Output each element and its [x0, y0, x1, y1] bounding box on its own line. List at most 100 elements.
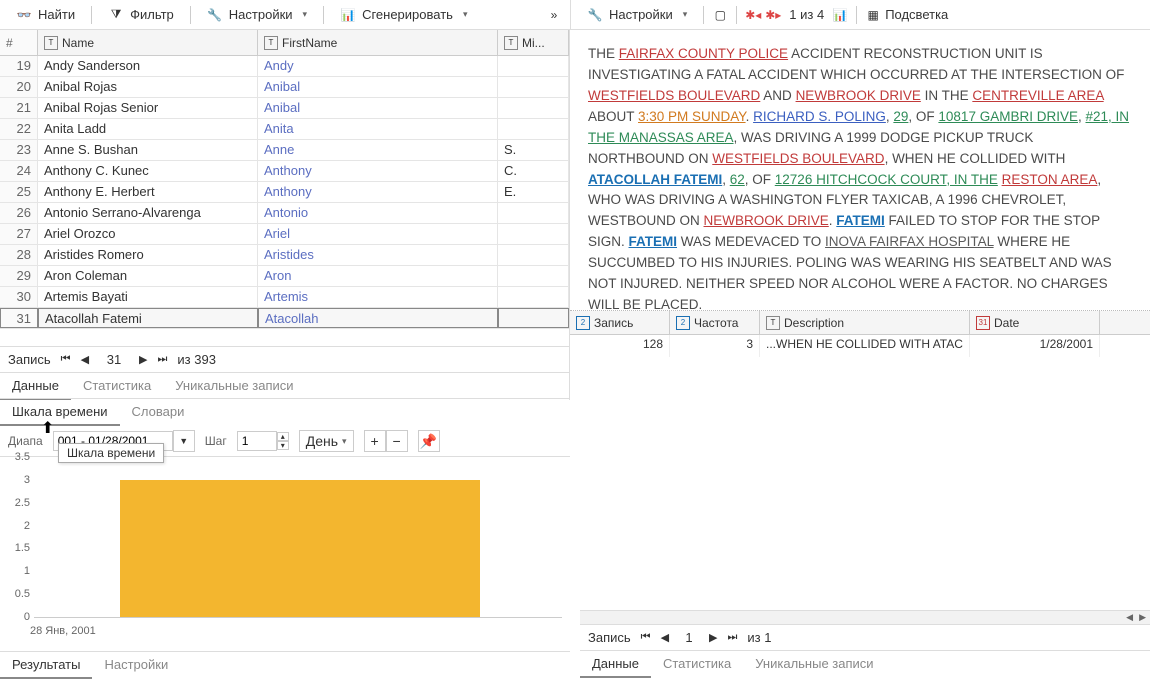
- filter-button[interactable]: ⧩ Фильтр: [100, 3, 182, 27]
- entity-person-match: FATEMI: [836, 213, 885, 228]
- entity-person-match: FATEMI: [629, 234, 678, 249]
- entity-location: NEWBROOK DRIVE: [704, 213, 829, 228]
- generate-dropdown[interactable]: 📊 Сгенерировать: [332, 3, 475, 27]
- step-up[interactable]: ▴: [277, 432, 289, 441]
- scroll-left[interactable]: ◀: [1126, 612, 1133, 623]
- unit-dropdown[interactable]: День: [299, 430, 354, 452]
- rpager-label: Запись: [588, 630, 631, 645]
- chart-xlabel: 28 Янв, 2001: [30, 625, 96, 637]
- table-row[interactable]: 30Artemis BayatiArtemis: [0, 287, 569, 308]
- zoom-out-button[interactable]: −: [386, 430, 408, 452]
- row-firstname: Anita: [258, 119, 498, 139]
- rtab-unique[interactable]: Уникальные записи: [743, 651, 885, 678]
- rtab-data[interactable]: Данные: [580, 651, 651, 678]
- table-row[interactable]: 21Anibal Rojas SeniorAnibal: [0, 98, 569, 119]
- step-input[interactable]: [237, 431, 277, 451]
- mc-freq-value: 3: [670, 335, 760, 357]
- wrench-icon: 🔧: [587, 7, 603, 23]
- right-settings-dropdown[interactable]: 🔧 Настройки: [579, 3, 695, 27]
- tab-unique[interactable]: Уникальные записи: [163, 373, 305, 400]
- row-num: 19: [0, 56, 38, 76]
- entity-person: RICHARD S. POLING: [753, 109, 886, 124]
- entity-location: WESTFIELDS BOULEVARD: [588, 88, 760, 103]
- range-dropdown-button[interactable]: ▼: [173, 430, 195, 452]
- pin-button[interactable]: 📌: [418, 430, 440, 452]
- prev-hit-icon[interactable]: ✱◂: [745, 7, 761, 23]
- overflow-icon[interactable]: »: [546, 7, 562, 23]
- rpager-prev[interactable]: ◀: [661, 631, 669, 644]
- mini-col-freq[interactable]: 2 Частота: [670, 311, 760, 334]
- entity-person-match: ATACOLLAH FATEMI: [588, 172, 722, 187]
- chart-icon[interactable]: 📊: [832, 7, 848, 23]
- col-num-header[interactable]: #: [0, 30, 38, 55]
- col-name-header[interactable]: TName: [38, 30, 258, 55]
- col-first-header[interactable]: TFirstName: [258, 30, 498, 55]
- row-name: Antonio Serrano-Alvarenga: [38, 203, 258, 223]
- right-hscroll[interactable]: ◀ ▶: [580, 610, 1150, 624]
- row-mi: [498, 77, 569, 97]
- document-text: THE FAIRFAX COUNTY POLICE ACCIDENT RECON…: [570, 30, 1150, 310]
- rpager-next[interactable]: ▶: [709, 631, 717, 644]
- rpager-last[interactable]: ⏭: [728, 631, 738, 644]
- tab-timeline[interactable]: Шкала времени: [0, 399, 120, 426]
- row-num: 31: [0, 308, 38, 328]
- step-down[interactable]: ▾: [277, 441, 289, 450]
- table-row[interactable]: 31Atacollah FatemiAtacollah: [0, 308, 569, 329]
- row-num: 26: [0, 203, 38, 223]
- row-firstname: Atacollah: [258, 308, 498, 328]
- table-row[interactable]: 20Anibal RojasAnibal: [0, 77, 569, 98]
- table-row[interactable]: 26Antonio Serrano-AlvarengaAntonio: [0, 203, 569, 224]
- pager-prev[interactable]: ◀: [81, 353, 89, 366]
- find-label: Найти: [38, 7, 75, 22]
- window-icon[interactable]: ▢: [712, 7, 728, 23]
- rtab-stats[interactable]: Статистика: [651, 651, 743, 678]
- tab-stats[interactable]: Статистика: [71, 373, 163, 400]
- row-firstname: Antonio: [258, 203, 498, 223]
- tab-result-settings[interactable]: Настройки: [92, 652, 180, 679]
- mini-col-date[interactable]: 31 Date: [970, 311, 1100, 334]
- row-name: Anita Ladd: [38, 119, 258, 139]
- next-hit-icon[interactable]: ✱▸: [765, 7, 781, 23]
- pager-first[interactable]: ⏮: [61, 353, 71, 366]
- pager-next[interactable]: ▶: [139, 353, 147, 366]
- row-num: 24: [0, 161, 38, 181]
- table-row[interactable]: 28Aristides RomeroAristides: [0, 245, 569, 266]
- entity-age: 29: [893, 109, 908, 124]
- row-num: 25: [0, 182, 38, 202]
- table-row[interactable]: 27Ariel OrozcoAriel: [0, 224, 569, 245]
- table-row[interactable]: 25Anthony E. HerbertAnthonyE.: [0, 182, 569, 203]
- table-row[interactable]: 22Anita LaddAnita: [0, 119, 569, 140]
- rpager-total: из 1: [747, 630, 771, 645]
- mini-col-rec[interactable]: 2 Запись: [570, 311, 670, 334]
- zoom-in-button[interactable]: +: [364, 430, 386, 452]
- tab-data[interactable]: Данные: [0, 373, 71, 400]
- highlight-label: Подсветка: [885, 7, 948, 22]
- mini-row[interactable]: 128 3 ...WHEN HE COLLIDED WITH ATAC 1/28…: [570, 335, 1150, 357]
- row-name: Atacollah Fatemi: [38, 308, 258, 328]
- col-mi-header[interactable]: TMi...: [498, 30, 569, 55]
- find-button[interactable]: 👓 Найти: [8, 3, 83, 27]
- mini-col-desc[interactable]: T Description: [760, 311, 970, 334]
- entity-location: RESTON AREA: [1002, 172, 1098, 187]
- timeline-chart[interactable]: 00.511.522.533.528 Янв, 2001: [0, 457, 570, 647]
- names-grid: # TName TFirstName TMi... 19Andy Sanders…: [0, 30, 569, 346]
- grid-body[interactable]: 19Andy SandersonAndy20Anibal RojasAnibal…: [0, 56, 569, 346]
- row-firstname: Andy: [258, 56, 498, 76]
- table-row[interactable]: 24Anthony C. KunecAnthonyC.: [0, 161, 569, 182]
- rpager-first[interactable]: ⏮: [641, 631, 651, 644]
- table-row[interactable]: 19Andy SandersonAndy: [0, 56, 569, 77]
- settings-dropdown[interactable]: 🔧 Настройки: [199, 3, 315, 27]
- tab-results[interactable]: Результаты: [0, 652, 92, 679]
- right-tabs: Данные Статистика Уникальные записи: [580, 650, 1150, 678]
- table-row[interactable]: 29Aron ColemanAron: [0, 266, 569, 287]
- chart-bar[interactable]: [120, 480, 480, 617]
- row-name: Anthony E. Herbert: [38, 182, 258, 202]
- tab-dictionaries[interactable]: Словари: [120, 399, 197, 426]
- row-mi: [498, 245, 569, 265]
- entity-time: 3:30 PM SUNDAY: [638, 109, 746, 124]
- row-firstname: Ariel: [258, 224, 498, 244]
- scroll-right[interactable]: ▶: [1139, 612, 1146, 623]
- settings-label: Настройки: [229, 7, 293, 22]
- pager-last[interactable]: ⏭: [158, 353, 168, 366]
- table-row[interactable]: 23Anne S. BushanAnneS.: [0, 140, 569, 161]
